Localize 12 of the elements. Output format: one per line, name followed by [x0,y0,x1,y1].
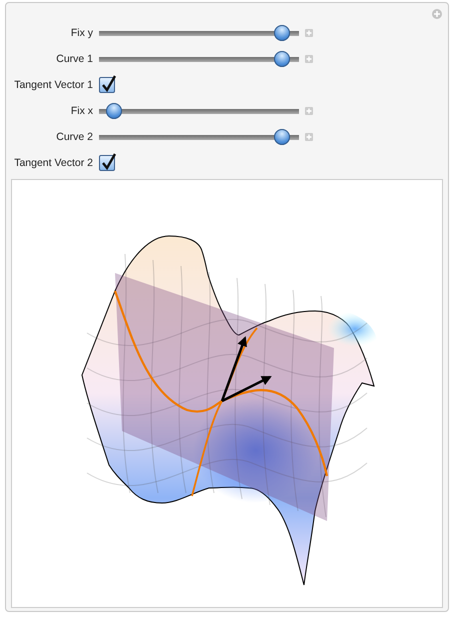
control-label: Tangent Vector 2 [13,157,93,169]
checkbox[interactable] [99,155,115,171]
control-label: Fix x [70,105,93,117]
control-label: Curve 1 [55,53,93,65]
slider-thumb[interactable] [106,103,122,119]
control-label: Tangent Vector 1 [13,79,93,91]
control-label: Curve 2 [55,131,93,143]
slider-thumb[interactable] [274,51,290,67]
checkbox[interactable] [99,77,115,93]
slider-thumb[interactable] [274,129,290,145]
control-label: Fix y [70,27,93,39]
slider-thumb[interactable] [274,25,290,41]
